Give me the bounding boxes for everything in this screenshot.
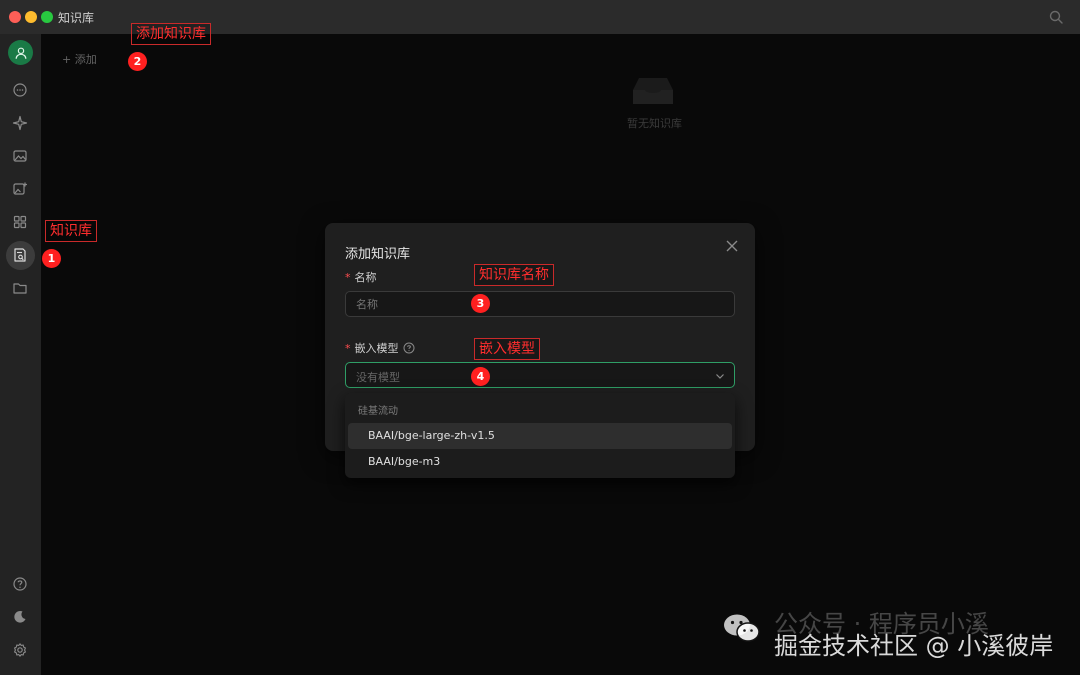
sidebar-item-apps[interactable] — [9, 211, 31, 233]
minimize-window-button[interactable] — [25, 11, 37, 23]
sparkle-icon — [12, 115, 28, 131]
sidebar — [0, 34, 41, 675]
select-placeholder: 没有模型 — [356, 371, 400, 384]
user-avatar-icon — [15, 47, 26, 59]
sidebar-item-files[interactable] — [9, 277, 31, 299]
watermark: 公众号 · 程序员小溪 掘金技术社区 @ 小溪彼岸 — [722, 610, 1053, 660]
sidebar-item-help[interactable] — [9, 573, 31, 595]
name-input[interactable] — [345, 291, 735, 317]
watermark-line-2: 掘金技术社区 @ 小溪彼岸 — [774, 632, 1054, 660]
dialog-title: 添加知识库 — [345, 247, 411, 262]
annotation-kb: 知识库 — [45, 220, 97, 242]
annotation-embed-model: 嵌入模型 — [474, 338, 540, 360]
image-add-icon — [13, 182, 27, 195]
sidebar-item-images[interactable] — [9, 145, 31, 167]
chevron-down-icon — [716, 374, 724, 379]
annotation-badge-1: 1 — [42, 249, 61, 268]
dropdown-option[interactable]: BAAI/bge-large-zh-v1.5 — [348, 423, 732, 449]
dropdown-group-label: 硅基流动 — [358, 406, 398, 417]
embedding-model-select[interactable]: 没有模型 — [345, 362, 735, 388]
model-dropdown: 硅基流动 BAAI/bge-large-zh-v1.5 BAAI/bge-m3 — [345, 393, 735, 478]
window-title: 知识库 — [58, 11, 95, 25]
apps-grid-icon — [13, 215, 27, 229]
annotation-badge-2: 2 — [128, 52, 147, 71]
required-mark: * — [345, 270, 351, 284]
sidebar-item-chat[interactable] — [9, 79, 31, 101]
annotation-add-kb: 添加知识库 — [131, 23, 211, 45]
sidebar-item-theme[interactable] — [9, 606, 31, 628]
moon-icon — [14, 610, 26, 623]
required-mark: * — [345, 341, 351, 355]
folder-icon — [13, 283, 27, 294]
user-avatar[interactable] — [8, 40, 33, 65]
name-field-label: * 名称 — [345, 269, 377, 285]
question-circle-icon[interactable] — [403, 342, 415, 354]
annotation-badge-4: 4 — [471, 367, 490, 386]
annotation-kb-name: 知识库名称 — [474, 264, 554, 286]
dropdown-option[interactable]: BAAI/bge-m3 — [348, 449, 732, 475]
close-icon[interactable] — [725, 239, 739, 253]
sidebar-item-settings[interactable] — [9, 639, 31, 661]
name-label-text: 名称 — [354, 271, 377, 284]
maximize-window-button[interactable] — [41, 11, 53, 23]
gear-icon — [14, 643, 26, 657]
knowledge-base-icon — [14, 248, 26, 262]
image-icon — [13, 150, 27, 162]
help-icon — [13, 577, 27, 591]
sidebar-item-image-gen[interactable] — [9, 178, 31, 200]
close-window-button[interactable] — [9, 11, 21, 23]
chat-icon — [13, 83, 27, 97]
model-field-label: * 嵌入模型 — [345, 340, 415, 356]
wechat-icon — [724, 614, 760, 642]
model-label-text: 嵌入模型 — [354, 342, 399, 355]
search-icon[interactable] — [1048, 9, 1064, 25]
sidebar-item-knowledge-base[interactable] — [9, 244, 31, 266]
sidebar-item-assistant[interactable] — [9, 112, 31, 134]
annotation-badge-3: 3 — [471, 294, 490, 313]
